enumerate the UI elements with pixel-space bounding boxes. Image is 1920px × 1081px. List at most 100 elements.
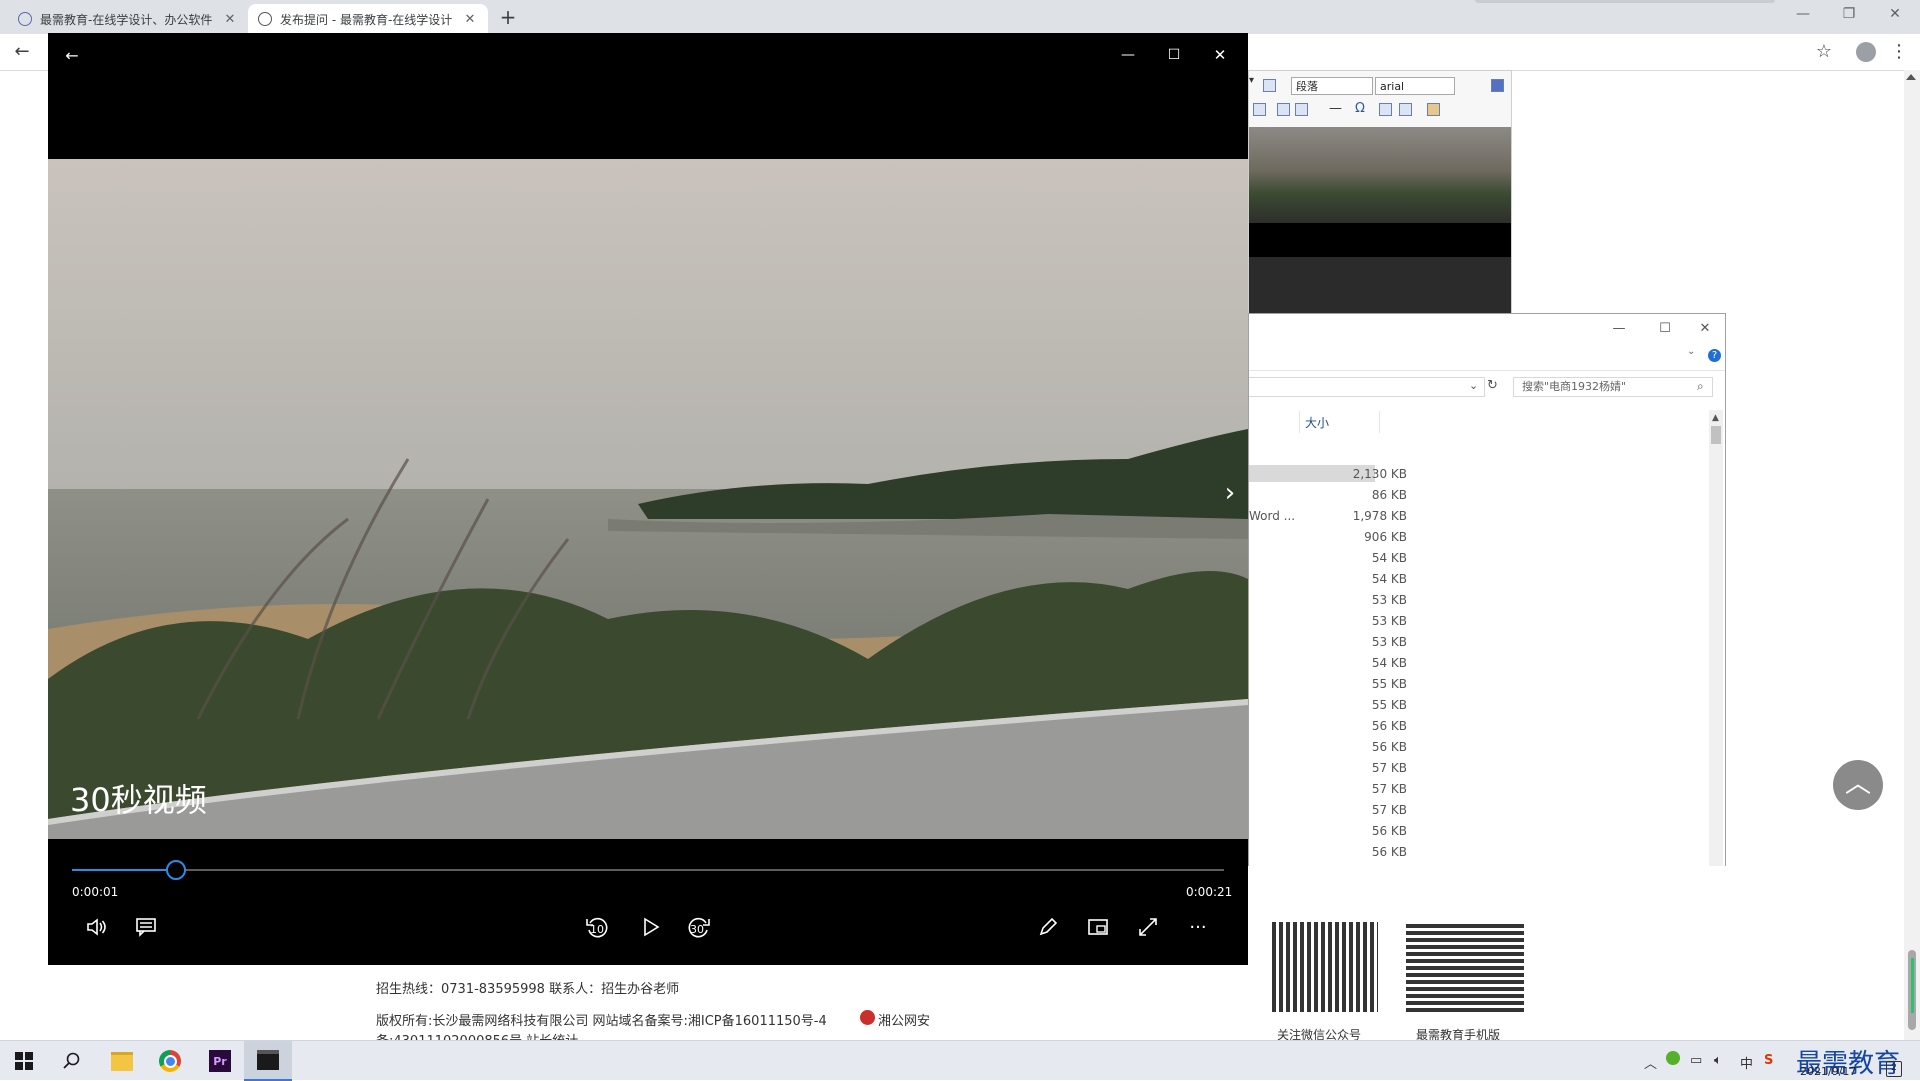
tab-search-strip xyxy=(1475,0,1775,3)
sogou-ime-icon[interactable]: S xyxy=(1764,1053,1773,1068)
browser-restore-icon[interactable]: ❐ xyxy=(1826,0,1872,30)
next-chevron-icon[interactable]: › xyxy=(1218,473,1242,513)
insert-image-icon[interactable] xyxy=(1379,103,1392,116)
tab-zuixu-home[interactable]: 最需教育-在线学设计、办公软件 ✕ xyxy=(8,4,248,34)
browser-tab-strip: 最需教育-在线学设计、办公软件 ✕ 发布提问 - 最需教育-在线学设计 ✕ + … xyxy=(0,0,1920,34)
file-explorer-taskbar-icon[interactable] xyxy=(98,1041,146,1081)
file-size-cell[interactable]: 54 KB xyxy=(1307,656,1407,670)
start-button[interactable] xyxy=(0,1041,48,1081)
browser-close-icon[interactable]: ✕ xyxy=(1872,0,1918,30)
insert-map-icon[interactable] xyxy=(1399,103,1412,116)
back-arrow-icon[interactable]: ← xyxy=(10,40,34,64)
fullscreen-icon[interactable] xyxy=(1132,911,1164,943)
scrollbar-thumb[interactable] xyxy=(1711,426,1721,444)
bookmark-star-icon[interactable]: ☆ xyxy=(1812,40,1836,64)
skip-back-button[interactable]: 10 xyxy=(580,909,616,945)
file-size-cell[interactable]: 54 KB xyxy=(1307,551,1407,565)
scroll-up-icon[interactable]: ▲ xyxy=(1712,413,1719,423)
close-tab-icon[interactable]: ✕ xyxy=(462,12,478,27)
volume-icon[interactable] xyxy=(80,911,112,943)
file-size-cell[interactable]: 55 KB xyxy=(1307,698,1407,712)
tab-publish-question[interactable]: 发布提问 - 最需教育-在线学设计 ✕ xyxy=(248,4,488,34)
premiere-taskbar-icon[interactable]: Pr xyxy=(196,1041,244,1081)
speaker-icon[interactable]: 🔈︎ xyxy=(1714,1053,1722,1068)
tray-app-icon[interactable] xyxy=(1666,1051,1680,1065)
police-record-link[interactable]: 湘公网安 xyxy=(878,1010,930,1029)
file-size-cell[interactable]: 56 KB xyxy=(1307,719,1407,733)
file-size-cell[interactable]: 53 KB xyxy=(1307,635,1407,649)
address-dropdown-icon[interactable]: ⌄ xyxy=(1469,379,1478,392)
notification-center-icon[interactable]: 2 xyxy=(1886,1061,1902,1077)
tray-expand-icon[interactable]: ︿ xyxy=(1644,1053,1657,1072)
ribbon-expand-icon[interactable]: ⌄ xyxy=(1687,346,1695,357)
font-family-select[interactable]: arial xyxy=(1375,77,1455,95)
video-letterbox xyxy=(1249,223,1511,257)
file-size-cell[interactable]: 1,978 KB xyxy=(1307,509,1407,523)
file-size-cell[interactable]: 53 KB xyxy=(1307,593,1407,607)
preview-icon[interactable] xyxy=(1491,79,1504,92)
wechat-qr-code xyxy=(1272,922,1378,1012)
search-icon[interactable] xyxy=(48,1041,96,1081)
file-size-cell[interactable]: 57 KB xyxy=(1307,782,1407,796)
file-size-cell[interactable]: 56 KB xyxy=(1307,824,1407,838)
file-explorer-window: — ☐ ✕ ⌄ ? ⌄ ↻ 搜索"电商1932杨婧" ⌕ 大小 Word ...… xyxy=(1248,313,1726,923)
file-size-cell[interactable]: 2,130 KB xyxy=(1307,467,1407,481)
paragraph-format-select[interactable]: 段落 xyxy=(1291,77,1373,95)
paste-icon[interactable] xyxy=(1427,103,1440,116)
tab-title: 最需教育-在线学设计、办公软件 xyxy=(40,12,213,27)
browser-menu-icon[interactable]: ⋮ xyxy=(1890,40,1908,64)
search-input[interactable]: 搜索"电商1932杨婧" xyxy=(1513,377,1713,397)
help-icon[interactable]: ? xyxy=(1708,349,1721,362)
skip-forward-label: 30 xyxy=(690,923,704,936)
file-size-cell[interactable]: 57 KB xyxy=(1307,761,1407,775)
play-button[interactable] xyxy=(632,909,668,945)
back-arrow-icon[interactable]: ← xyxy=(58,41,86,69)
file-size-cell[interactable]: 57 KB xyxy=(1307,803,1407,817)
insert-frame-icon[interactable] xyxy=(1295,103,1308,116)
player-minimize-icon[interactable]: — xyxy=(1108,41,1148,69)
mini-view-icon[interactable] xyxy=(1082,911,1114,943)
attachment-icon[interactable] xyxy=(1277,103,1290,116)
file-size-cell[interactable]: 56 KB xyxy=(1307,845,1407,859)
more-options-button[interactable]: ··· xyxy=(1182,911,1214,943)
file-size-cell[interactable]: 53 KB xyxy=(1307,614,1407,628)
player-close-icon[interactable]: ✕ xyxy=(1200,41,1240,69)
movies-tv-taskbar-icon[interactable] xyxy=(244,1041,292,1081)
refresh-icon[interactable]: ↻ xyxy=(1487,378,1498,393)
file-size-cell[interactable]: 55 KB xyxy=(1307,677,1407,691)
scroll-to-top-button[interactable]: ︿ xyxy=(1833,760,1883,810)
taskbar-date[interactable]: 2021/9/17 xyxy=(1800,1065,1856,1078)
ime-indicator[interactable]: 中 xyxy=(1740,1053,1753,1072)
explorer-minimize-icon[interactable]: — xyxy=(1599,314,1639,344)
anchor-icon[interactable] xyxy=(1263,79,1276,92)
edit-pencil-icon[interactable] xyxy=(1032,911,1064,943)
seek-bar[interactable] xyxy=(72,860,1224,880)
subtitles-icon[interactable] xyxy=(130,911,162,943)
file-size-cell[interactable]: 86 KB xyxy=(1307,488,1407,502)
horizontal-rule-icon[interactable]: — xyxy=(1329,101,1342,116)
explorer-scrollbar[interactable]: ▲ ▼ xyxy=(1709,410,1723,900)
skip-forward-button[interactable]: 30 xyxy=(680,909,716,945)
column-header-size[interactable]: 大小 xyxy=(1305,414,1329,431)
save-icon[interactable] xyxy=(1253,103,1266,116)
close-tab-icon[interactable]: ✕ xyxy=(222,12,238,27)
column-separator xyxy=(1379,411,1380,433)
explorer-close-icon[interactable]: ✕ xyxy=(1685,314,1725,344)
file-size-cell[interactable]: 906 KB xyxy=(1307,530,1407,544)
video-frame[interactable] xyxy=(48,159,1248,839)
seek-thumb[interactable] xyxy=(165,860,186,880)
page-scrollbar[interactable] xyxy=(1904,70,1920,1040)
scroll-up-icon[interactable] xyxy=(1906,74,1916,80)
browser-minimize-icon[interactable]: — xyxy=(1780,0,1826,30)
file-size-cell[interactable]: 54 KB xyxy=(1307,572,1407,586)
video-thumbnail xyxy=(1249,127,1511,223)
file-size-cell[interactable]: 56 KB xyxy=(1307,740,1407,754)
special-char-icon[interactable]: Ω xyxy=(1355,101,1365,116)
explorer-maximize-icon[interactable]: ☐ xyxy=(1645,314,1685,344)
address-bar[interactable]: ⌄ xyxy=(1249,377,1485,397)
player-maximize-icon[interactable]: ☐ xyxy=(1154,41,1194,69)
new-tab-button[interactable]: + xyxy=(496,6,520,30)
network-icon[interactable]: ▭ xyxy=(1690,1053,1702,1068)
profile-avatar-icon[interactable] xyxy=(1856,42,1876,62)
chrome-taskbar-icon[interactable] xyxy=(146,1041,194,1081)
